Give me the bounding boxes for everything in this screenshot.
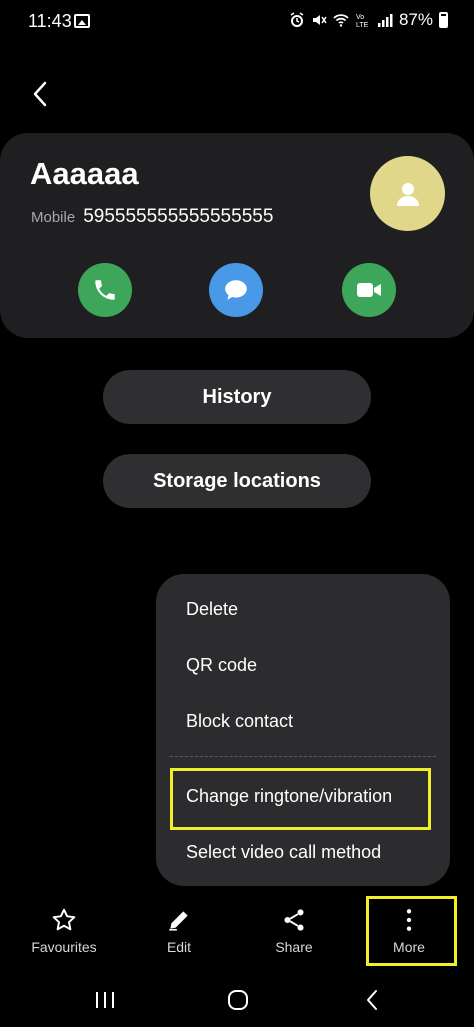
edit-label: Edit (166, 939, 192, 955)
svg-text:LTE: LTE (356, 22, 369, 28)
home-button[interactable] (218, 985, 258, 1015)
menu-item-delete[interactable]: Delete (186, 599, 238, 620)
chat-bubble-icon (225, 280, 247, 300)
status-bar: 11:43 Vo LTE 87% (0, 0, 474, 44)
favourites-button[interactable]: Favourites (5, 895, 123, 967)
svg-text:Vo: Vo (356, 14, 364, 21)
signal-icon (377, 14, 393, 27)
phone-icon (95, 280, 115, 300)
star-icon (52, 908, 76, 931)
battery-icon (439, 12, 448, 28)
menu-item-change-ringtone[interactable]: Change ringtone/vibration (186, 786, 392, 807)
highlight-box (366, 896, 457, 966)
call-button[interactable] (78, 263, 132, 317)
back-button[interactable] (22, 76, 58, 112)
message-button[interactable] (209, 263, 263, 317)
home-icon (228, 990, 248, 1010)
battery-level: 87% (398, 10, 433, 29)
share-label: Share (275, 939, 313, 955)
contact-name: Aaaaaa (30, 156, 139, 191)
person-icon (396, 182, 419, 206)
phone-label: Mobile (31, 209, 76, 226)
navigation-bar (0, 975, 474, 1027)
menu-item-qr-code[interactable]: QR code (186, 655, 257, 676)
favourites-label: Favourites (31, 939, 97, 955)
edit-button[interactable]: Edit (120, 895, 238, 967)
recents-button[interactable] (85, 985, 125, 1015)
wifi-icon (333, 14, 349, 27)
mute-icon (312, 15, 327, 25)
video-call-button[interactable] (342, 263, 396, 317)
share-button[interactable]: Share (235, 895, 353, 967)
pencil-icon (169, 911, 188, 931)
back-icon (367, 990, 377, 1010)
phone-row[interactable]: Mobile 595555555555555555 (31, 206, 273, 228)
more-options-menu: Delete QR code Block contact Change ring… (156, 574, 450, 886)
nav-back-button[interactable] (352, 985, 392, 1015)
recents-icon (96, 992, 114, 1008)
phone-number[interactable]: 595555555555555555 (83, 206, 273, 228)
storage-locations-button[interactable]: Storage locations (103, 454, 371, 508)
menu-item-block-contact[interactable]: Block contact (186, 711, 293, 732)
menu-divider (170, 756, 436, 757)
chevron-left-icon (33, 81, 47, 107)
gallery-icon (74, 14, 90, 28)
history-button[interactable]: History (103, 370, 371, 424)
alarm-icon (290, 12, 304, 27)
video-camera-icon (357, 283, 381, 297)
avatar[interactable] (370, 156, 445, 231)
share-icon (284, 909, 304, 931)
volte-icon: VoLTE (356, 14, 369, 28)
status-icons: Vo LTE 87% (289, 10, 448, 30)
status-time: 11:43 (28, 11, 72, 31)
menu-item-video-call-method[interactable]: Select video call method (186, 842, 381, 863)
contact-card: Aaaaaa Mobile 595555555555555555 (0, 133, 474, 338)
